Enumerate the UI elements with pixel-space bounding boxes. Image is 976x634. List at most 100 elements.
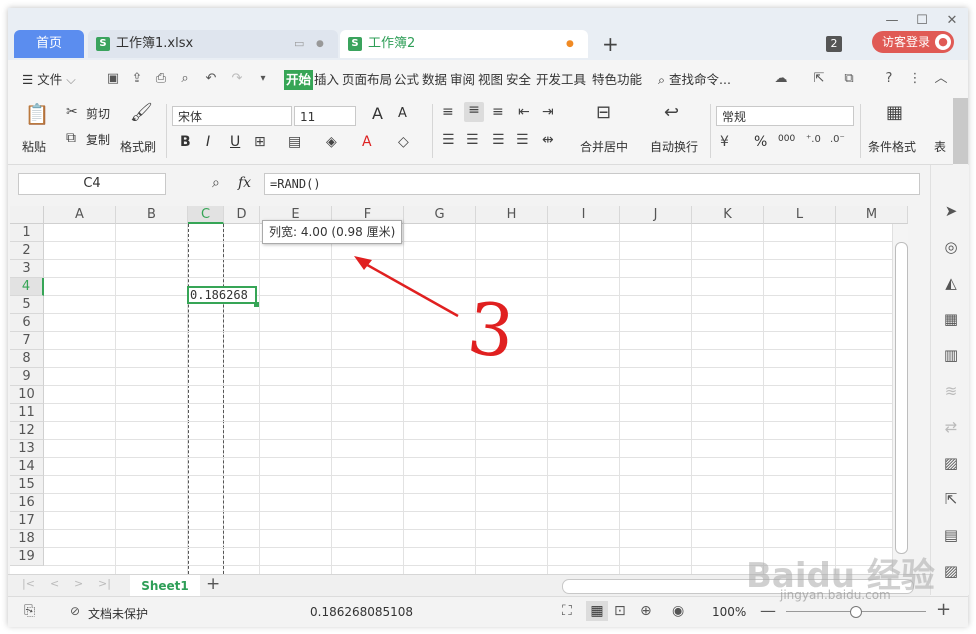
font-name-select[interactable]: 宋体: [172, 106, 292, 126]
share-icon[interactable]: ⇱: [810, 70, 828, 88]
copy-button[interactable]: 复制: [86, 131, 110, 148]
collaborate-icon[interactable]: ⧉: [840, 70, 858, 88]
align-top-icon[interactable]: ≡: [442, 104, 454, 120]
vertical-scrollbar[interactable]: [892, 224, 908, 580]
decrease-indent-icon[interactable]: ⇤: [518, 104, 530, 120]
print-icon[interactable]: ⎙: [152, 70, 170, 88]
shapes-icon[interactable]: ◎: [941, 237, 961, 257]
maximize-icon[interactable]: ☐: [912, 12, 932, 30]
thousands-button[interactable]: 000: [778, 134, 795, 144]
apps-icon[interactable]: ▦: [941, 309, 961, 329]
next-sheet-icon[interactable]: >: [74, 577, 83, 590]
archive-icon[interactable]: ▤: [941, 525, 961, 545]
bold-button[interactable]: B: [180, 134, 191, 150]
name-box[interactable]: C4: [18, 173, 166, 195]
share-out-icon[interactable]: ⇱: [941, 489, 961, 509]
sheet-tab-sheet1[interactable]: Sheet1: [130, 575, 200, 597]
distribute-icon[interactable]: ⇹: [542, 132, 554, 148]
cut-icon[interactable]: ✂: [66, 104, 78, 120]
command-search[interactable]: ⌕ 查找命令...: [658, 70, 731, 90]
merge-center-button[interactable]: 合并居中: [580, 138, 628, 155]
tab-workbook2[interactable]: S 工作簿2 ●: [340, 30, 588, 58]
menu-insert[interactable]: 插入: [314, 70, 339, 90]
collapse-ribbon-icon[interactable]: ︿: [932, 70, 950, 88]
increase-decimal-icon[interactable]: ⁺.0: [806, 134, 821, 145]
help-icon[interactable]: ?: [880, 70, 898, 88]
new-tab-button[interactable]: +: [602, 32, 619, 56]
fill-color-icon[interactable]: ◈: [326, 134, 337, 150]
format-painter-button[interactable]: 格式刷: [120, 138, 156, 155]
conditional-format-icon[interactable]: ▦: [886, 102, 903, 123]
decrease-decimal-icon[interactable]: .0⁻: [830, 134, 845, 145]
percent-button[interactable]: %: [754, 134, 767, 150]
tab-home[interactable]: 首页: [14, 30, 84, 58]
vertical-scroll-thumb[interactable]: [895, 242, 908, 554]
zoom-slider-thumb[interactable]: [850, 606, 862, 618]
layers-icon[interactable]: ◭: [941, 273, 961, 293]
paste-button[interactable]: 粘贴: [22, 138, 46, 155]
last-sheet-icon[interactable]: >|: [98, 577, 111, 590]
cell-style-icon[interactable]: ▤: [288, 134, 301, 150]
menu-review[interactable]: 审阅: [450, 70, 475, 90]
conditional-format-button[interactable]: 条件格式: [868, 138, 916, 155]
zoom-formula-icon[interactable]: ⌕: [212, 175, 220, 191]
align-right-icon[interactable]: ☰: [492, 132, 505, 148]
picture-icon[interactable]: ▨: [941, 561, 961, 581]
fx-button[interactable]: fx: [238, 175, 251, 191]
eye-protection-icon[interactable]: ◉: [672, 603, 684, 619]
underline-button[interactable]: U: [230, 134, 240, 150]
ribbon-scroll[interactable]: [953, 98, 968, 164]
align-left-icon[interactable]: ☰: [442, 132, 455, 148]
tab-workbook1[interactable]: S 工作簿1.xlsx ▭ ●: [88, 30, 338, 58]
wrap-text-button[interactable]: 自动换行: [650, 138, 698, 155]
clear-icon[interactable]: ◇: [398, 134, 409, 150]
file-menu[interactable]: ☰ 文件 ⌵: [22, 70, 76, 90]
currency-icon[interactable]: ¥: [720, 134, 729, 150]
italic-button[interactable]: I: [206, 134, 210, 150]
zoom-in-button[interactable]: +: [936, 599, 951, 620]
export-icon[interactable]: ⇪: [128, 70, 146, 88]
transfer-icon[interactable]: ⇄: [941, 417, 961, 437]
menu-security[interactable]: 安全: [506, 70, 531, 90]
page-break-view-icon[interactable]: ⊡: [614, 603, 626, 619]
fullscreen-icon[interactable]: ⛶: [562, 603, 572, 619]
paste-icon[interactable]: 📋: [24, 102, 50, 126]
font-size-select[interactable]: 11: [294, 106, 356, 126]
formula-input[interactable]: =RAND(): [264, 173, 920, 195]
menu-view[interactable]: 视图: [478, 70, 503, 90]
first-sheet-icon[interactable]: |<: [22, 577, 35, 590]
number-format-select[interactable]: 常规: [716, 106, 854, 126]
settings-sliders-icon[interactable]: ≋: [941, 381, 961, 401]
increase-indent-icon[interactable]: ⇥: [542, 104, 554, 120]
undo-icon[interactable]: ↶: [202, 70, 220, 88]
save-icon[interactable]: ▣: [104, 70, 122, 88]
chart-icon[interactable]: ▥: [941, 345, 961, 365]
zoom-level[interactable]: 100%: [712, 605, 746, 619]
reading-mode-icon[interactable]: ⊕: [640, 603, 652, 619]
add-sheet-button[interactable]: +: [206, 574, 220, 594]
justify-icon[interactable]: ☰: [516, 132, 529, 148]
copy-icon[interactable]: ⧉: [66, 130, 76, 146]
table-style-button[interactable]: 表: [934, 138, 946, 155]
cloud-icon[interactable]: ☁: [772, 70, 790, 88]
login-button[interactable]: 访客登录 ●: [872, 31, 954, 53]
image-search-icon[interactable]: ▨: [941, 453, 961, 473]
font-grow-button[interactable]: A: [372, 104, 383, 123]
menu-formula[interactable]: 公式: [394, 70, 419, 90]
more-icon[interactable]: ⋮: [906, 70, 924, 88]
cursor-icon[interactable]: ➤: [941, 201, 961, 221]
menu-page-layout[interactable]: 页面布局: [342, 70, 392, 90]
merge-center-icon[interactable]: ⊟: [596, 102, 611, 123]
menu-developer[interactable]: 开发工具: [536, 70, 586, 90]
font-shrink-button[interactable]: A: [398, 106, 407, 121]
menu-start[interactable]: 开始: [284, 70, 314, 90]
zoom-out-button[interactable]: —: [760, 601, 776, 620]
align-center-icon[interactable]: ☰: [466, 132, 479, 148]
normal-view-icon[interactable]: ▦: [586, 601, 608, 621]
font-color-icon[interactable]: A: [362, 134, 372, 150]
spreadsheet-grid[interactable]: ABCDEFGHIJKLM 1 2 3 4 5 6 7 8 9 10 11 12 13 14 15 16 17 1…: [10, 206, 908, 580]
tab-count-badge[interactable]: 2: [826, 36, 842, 52]
minimize-icon[interactable]: —: [882, 12, 902, 30]
cut-button[interactable]: 剪切: [86, 105, 110, 122]
close-icon[interactable]: ✕: [942, 12, 962, 30]
